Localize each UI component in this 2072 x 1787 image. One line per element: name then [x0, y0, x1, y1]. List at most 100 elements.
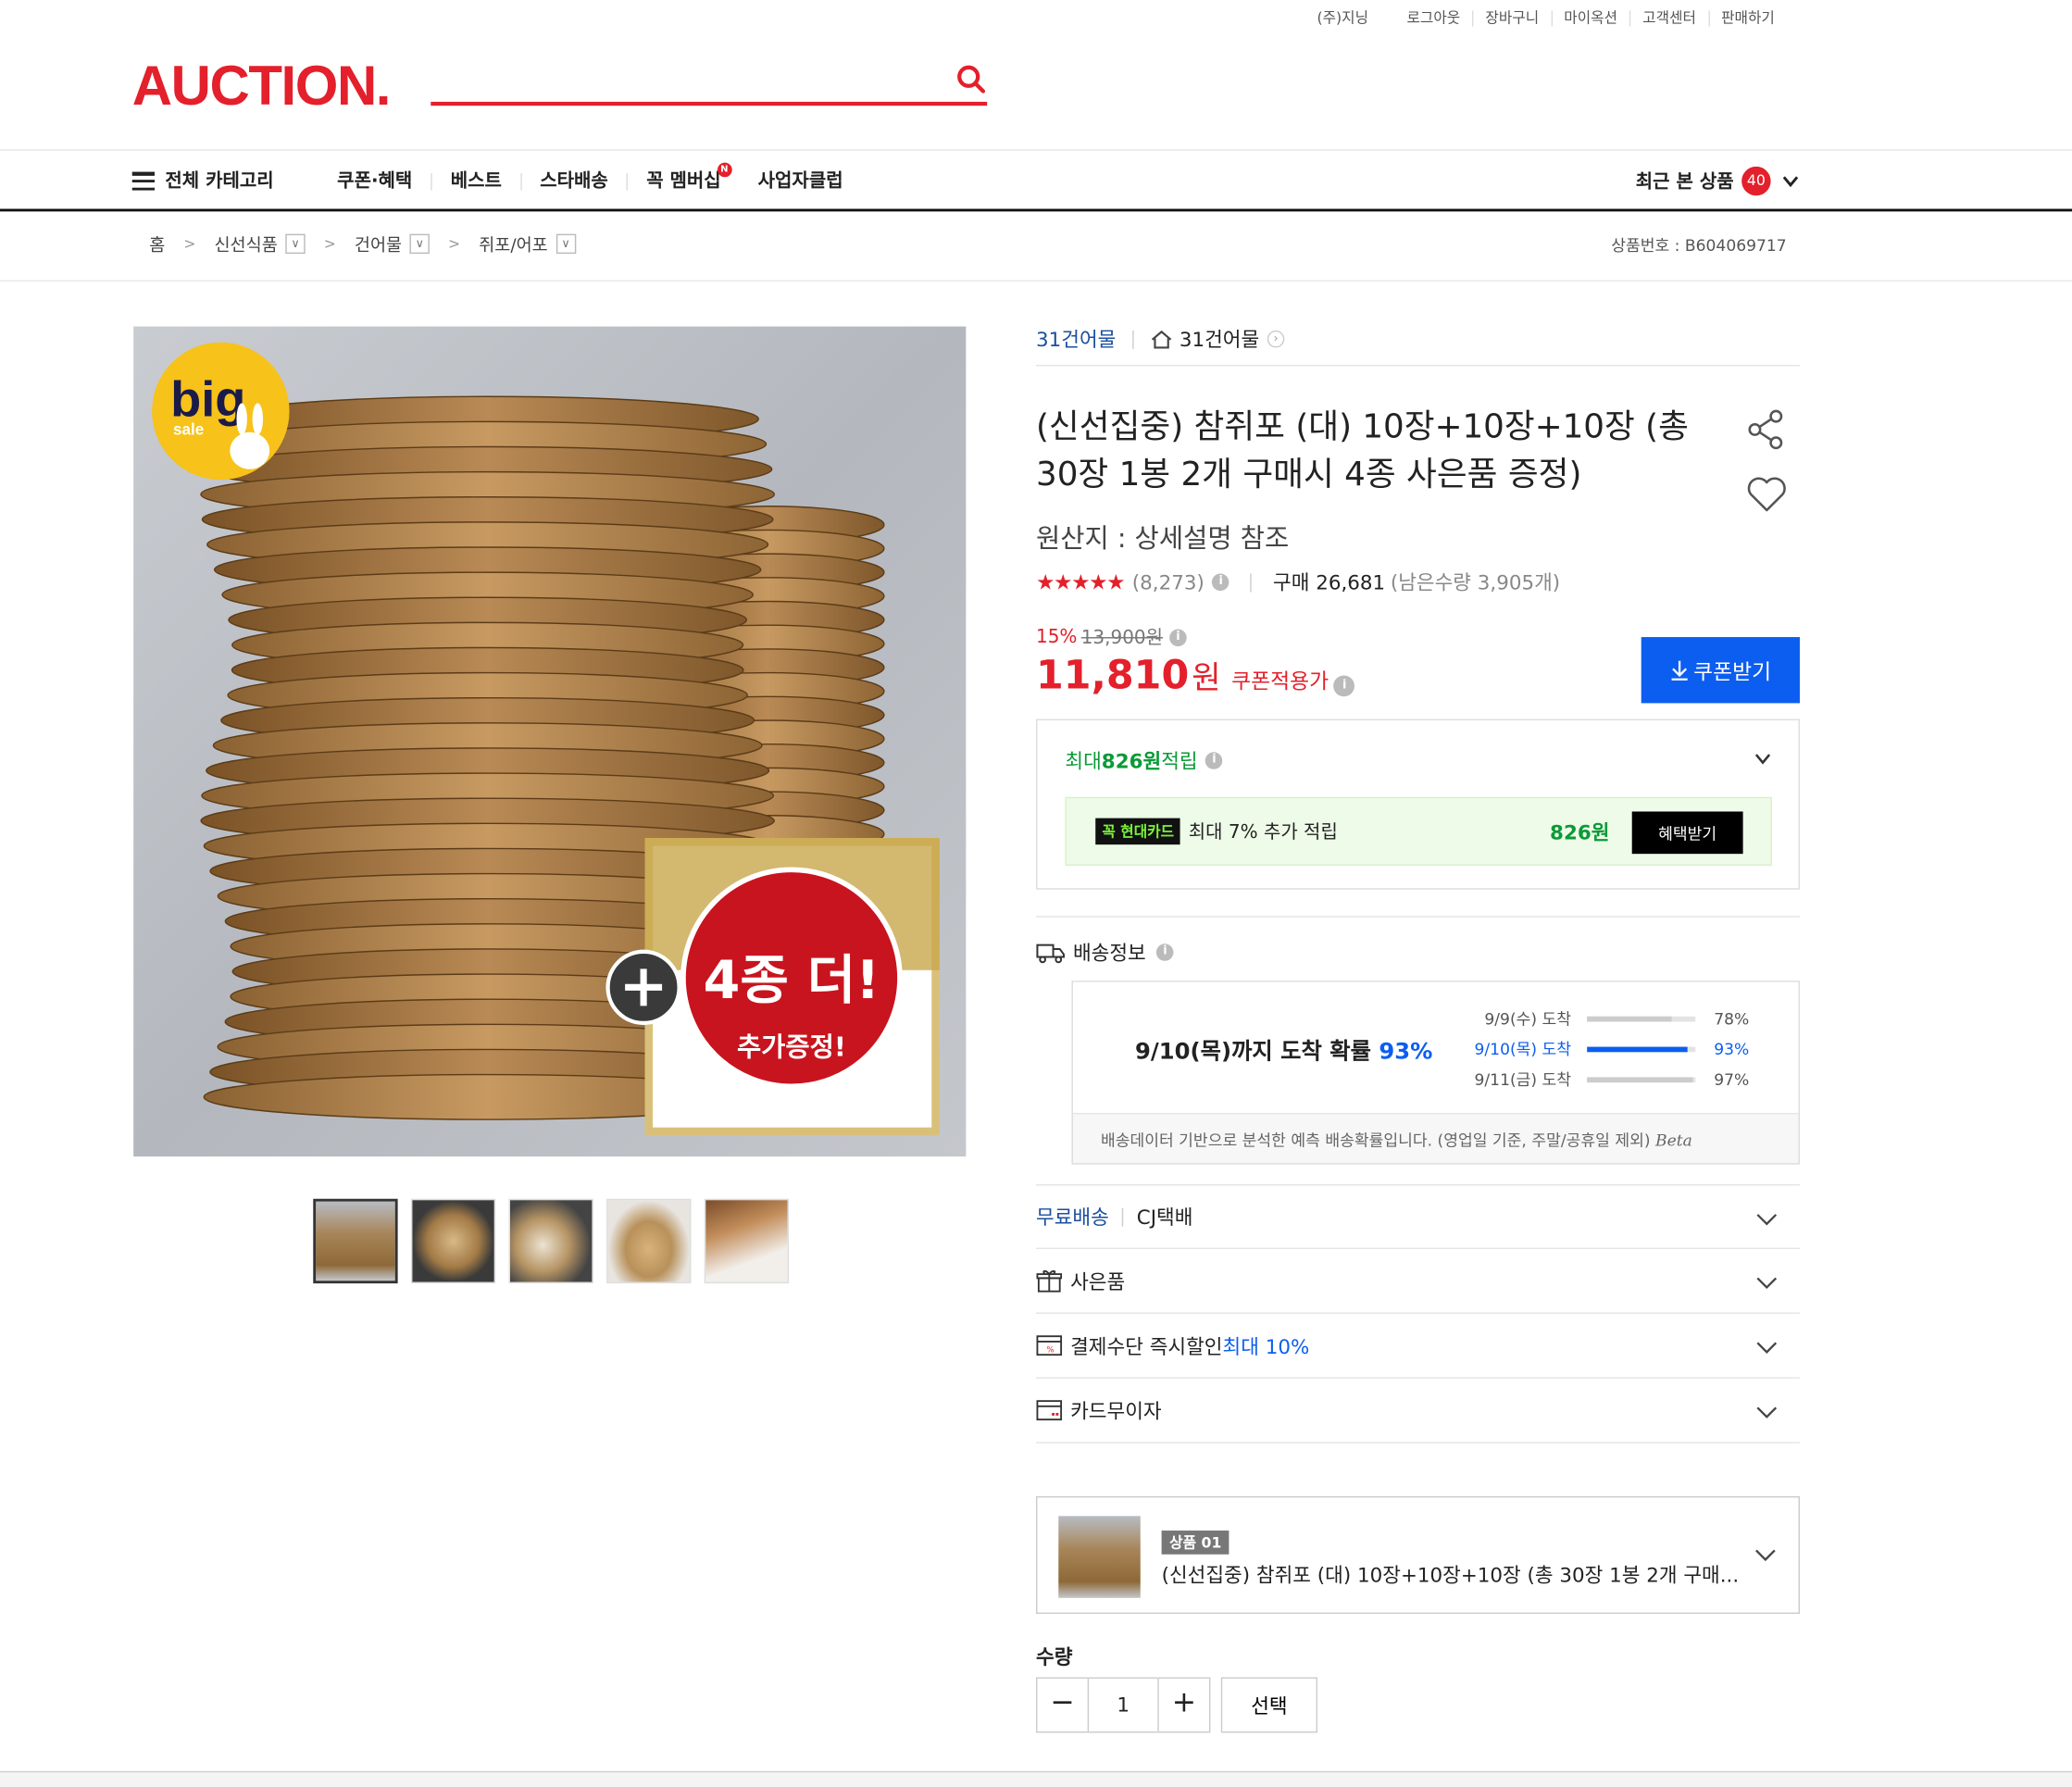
info-icon[interactable]: i [1169, 628, 1187, 646]
hyundai-card-logo: 꼭 현대카드 [1095, 818, 1181, 845]
thumbnail-1[interactable] [313, 1198, 398, 1284]
coupon-button-label: 쿠폰받기 [1693, 662, 1772, 685]
probability-bar-fill [1587, 1076, 1692, 1082]
thumbnail-3[interactable] [508, 1198, 593, 1284]
thumbnail-4[interactable] [606, 1198, 692, 1284]
credit-card-icon [1036, 1400, 1063, 1421]
customer-center-link[interactable]: 고객센터 [1629, 10, 1708, 27]
review-count[interactable]: (8,273) [1132, 570, 1205, 594]
option-select[interactable]: 상품 01 (신선집중) 참쥐포 (대) 10장+10장+10장 (총 30장 … [1036, 1495, 1800, 1614]
rating-row: ★★★★★ (8,273) i 구매 26,681 (남은수량 3,905개) [1036, 569, 1560, 596]
chevron-right-icon: > [448, 235, 461, 253]
probability-bar [1587, 1016, 1696, 1021]
delivery-prob-row: 9/11(금) 도착 97% [1468, 1068, 1750, 1090]
nav-membership[interactable]: 꼭 멤버십 N [626, 161, 740, 192]
gift-row[interactable]: 사은품 [1036, 1249, 1800, 1314]
delivery-pct: 78% [1714, 1008, 1750, 1028]
breadcrumb: 홈 > 신선식품 ∨ > 건어물 ∨ > 쥐포/어포 ∨ [149, 231, 576, 256]
reward-suffix: 적립 [1161, 749, 1198, 774]
thumbnail-2[interactable] [410, 1198, 496, 1284]
thumbnail-5[interactable] [704, 1198, 790, 1284]
purchase-count: 구매 26,681 [1273, 570, 1386, 595]
chevron-right-icon[interactable]: › [1267, 330, 1285, 348]
option-badge: 상품 01 [1161, 1531, 1229, 1555]
gift-label: 사은품 [1070, 1269, 1126, 1293]
get-coupon-button[interactable]: 쿠폰받기 [1641, 637, 1800, 704]
auction-logo[interactable]: AUCTION. [132, 53, 392, 119]
breadcrumb-home[interactable]: 홈 [149, 231, 165, 256]
delivery-prob-row: 9/9(수) 도착 78% [1468, 1007, 1750, 1030]
seller-info: 31건어물 31건어물 › [1036, 325, 1285, 353]
chevron-right-icon: > [323, 235, 336, 253]
dropdown-icon[interactable]: ∨ [285, 233, 306, 255]
cart-link[interactable]: 장바구니 [1472, 10, 1551, 27]
hamburger-icon[interactable] [131, 171, 155, 191]
option-name: (신선집중) 참쥐포 (대) 10장+10장+10장 (총 30장 1봉 2개 … [1161, 1563, 1740, 1588]
store-link[interactable]: 31건어물 [1180, 325, 1259, 353]
svg-text:%: % [1046, 1345, 1054, 1355]
info-icon[interactable]: i [1333, 675, 1355, 697]
nav-divider [0, 208, 2072, 212]
dropdown-icon[interactable]: ∨ [555, 233, 576, 255]
free-shipping-label: 무료배송 [1036, 1205, 1109, 1230]
quantity-minus-button[interactable]: − [1036, 1677, 1090, 1733]
product-main-image[interactable]: big sale 4종 더! 추가증정! [133, 326, 967, 1157]
card-benefit-row: 꼭 현대카드 최대 7% 추가 적립 826원 혜택받기 [1065, 796, 1773, 867]
thumbnail-list [313, 1198, 790, 1284]
breadcrumb-dried-seafood[interactable]: 건어물 [355, 231, 402, 256]
truck-icon [1036, 943, 1065, 963]
quantity-plus-button[interactable]: + [1157, 1677, 1211, 1733]
nav-coupon[interactable]: 쿠폰·혜택 [318, 171, 431, 190]
dropdown-icon[interactable]: ∨ [409, 233, 431, 255]
my-auction-link[interactable]: 마이옥션 [1551, 10, 1629, 27]
reward-prefix: 최대 [1065, 749, 1102, 774]
divider [1131, 330, 1133, 349]
chevron-right-icon: > [183, 235, 196, 253]
get-benefit-button[interactable]: 혜택받기 [1631, 811, 1743, 855]
nav-best[interactable]: 베스트 [431, 171, 520, 190]
select-button[interactable]: 선택 [1220, 1677, 1318, 1733]
promo-main-text: 4종 더! [704, 950, 880, 1011]
payment-label: 결제수단 즉시할인 [1070, 1334, 1223, 1358]
recent-count-badge: 40 [1741, 166, 1771, 196]
installment-row[interactable]: 카드무이자 [1036, 1379, 1800, 1443]
promo-sub-text: 추가증정! [737, 1032, 846, 1063]
quantity-input[interactable]: 1 [1089, 1677, 1158, 1733]
payment-discount-row[interactable]: % 결제수단 즉시할인 최대 10% [1036, 1314, 1800, 1379]
share-icon[interactable] [1744, 407, 1790, 453]
search-icon[interactable] [955, 64, 987, 95]
sell-link[interactable]: 판매하기 [1707, 10, 1787, 27]
logout-link[interactable]: 로그아웃 [1395, 10, 1472, 26]
nav-membership-label: 꼭 멤버십 [646, 169, 721, 192]
delivery-note: 배송데이터 기반으로 분석한 예측 배송확률입니다. (영업일 기준, 주말/공… [1101, 1129, 1692, 1151]
section-divider [1036, 916, 1800, 918]
nav-business-club[interactable]: 사업자클럽 [740, 171, 862, 190]
nav-all-category[interactable]: 전체 카테고리 [165, 171, 318, 190]
shipping-method-row[interactable]: 무료배송 CJ택배 [1036, 1184, 1800, 1249]
rating-stars: ★★★★★ [1036, 569, 1126, 595]
delivery-pct: 93% [1714, 1039, 1750, 1058]
user-name-link[interactable]: (주)지닝 [1305, 10, 1395, 26]
price-label: 쿠폰적용가 [1231, 669, 1329, 694]
probability-bar-fill [1587, 1045, 1689, 1052]
search-input[interactable] [431, 61, 988, 106]
beta-label: Beta [1654, 1131, 1692, 1150]
download-icon [1670, 660, 1688, 681]
header-divider [0, 149, 2072, 151]
seller-name[interactable]: 31건어물 [1036, 325, 1116, 353]
info-icon[interactable]: i [1205, 752, 1223, 769]
chevron-down-icon[interactable] [1754, 749, 1772, 768]
reward-header[interactable]: 최대 826원 적립 i [1065, 747, 1223, 775]
heart-icon[interactable] [1744, 472, 1790, 518]
nav-star-delivery[interactable]: 스타배송 [519, 171, 627, 190]
info-icon[interactable]: i [1156, 943, 1174, 961]
breadcrumb-filefish[interactable]: 쥐포/어포 [479, 231, 548, 256]
recent-products[interactable]: 최근 본 상품 40 [1636, 166, 1800, 196]
product-title: (신선집중) 참쥐포 (대) 10장+10장+10장 (총 30장 1봉 2개 … [1036, 406, 1689, 494]
info-icon[interactable]: i [1212, 573, 1229, 592]
delivery-probability-panel: 9/10(목)까지 도착 확률 93% 9/9(수) 도착 78% 9/10(목… [1072, 981, 1799, 1115]
reward-box: 최대 826원 적립 i 꼭 현대카드 최대 7% 추가 적립 826원 혜택받… [1036, 719, 1800, 890]
delivery-probability-box: 9/10(목)까지 도착 확률 93% 9/9(수) 도착 78% 9/10(목… [1071, 981, 1800, 1165]
breadcrumb-fresh-food[interactable]: 신선식품 [214, 231, 277, 256]
new-badge: N [717, 161, 732, 177]
